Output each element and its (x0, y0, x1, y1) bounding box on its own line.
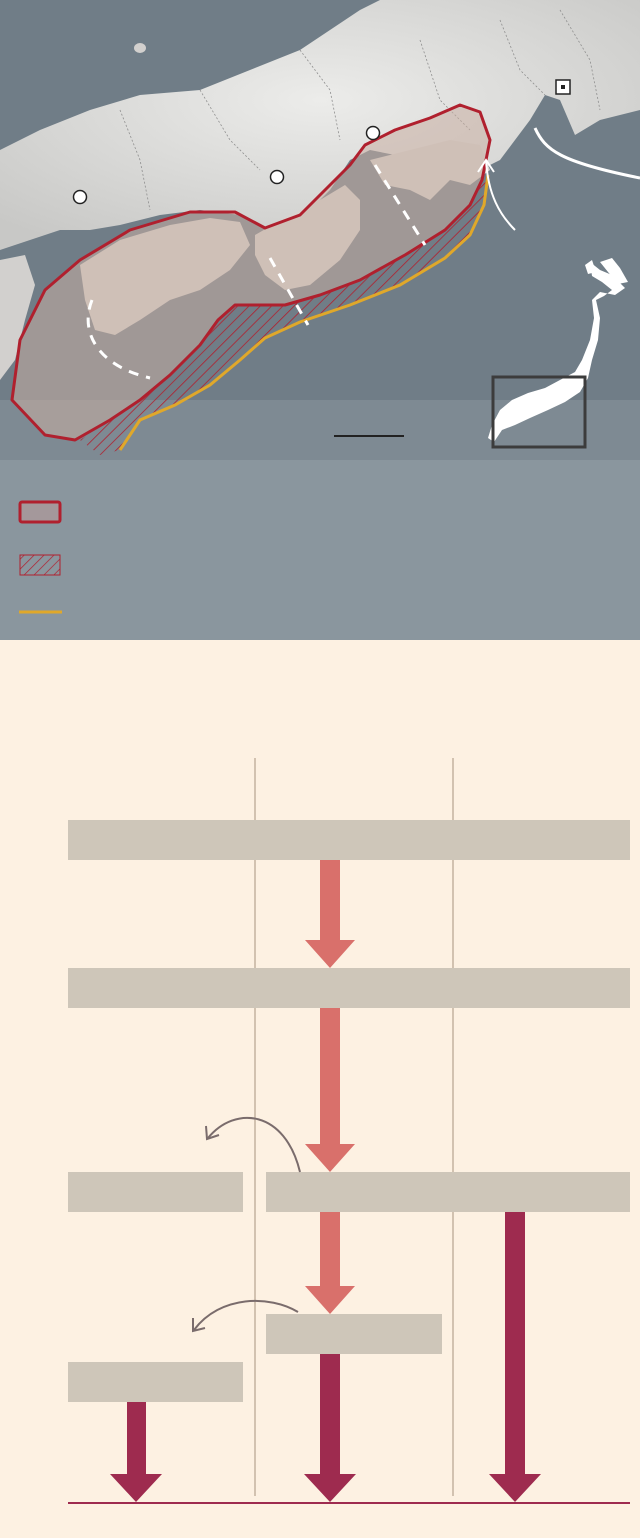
legend-swatch-hatched-zone (19, 554, 61, 576)
city-marker (269, 169, 285, 185)
map-panel (0, 0, 640, 460)
city-marker (72, 189, 88, 205)
legend-swatch-source-zone (18, 500, 62, 524)
land-island (134, 43, 146, 53)
flow-arrow-light (305, 1212, 355, 1314)
flow-arrow-dark (489, 1212, 541, 1502)
relief-map (0, 0, 640, 460)
flow-arrow-light (305, 1008, 355, 1172)
flow-box (266, 1172, 630, 1212)
flow-box (68, 968, 630, 1008)
flow-diagram-panel (0, 640, 640, 1538)
flow-arrow-dark (110, 1402, 162, 1502)
city-marker (365, 125, 381, 141)
flow-box (68, 1362, 243, 1402)
flow-arrow-dark (304, 1354, 356, 1502)
flow-box (68, 1172, 243, 1212)
legend (18, 500, 62, 614)
capital-marker (555, 79, 571, 95)
legend-panel (0, 460, 640, 640)
flow-diagram (68, 758, 630, 1504)
flow-box (266, 1314, 442, 1354)
flow-arrow-light (305, 860, 355, 968)
flow-box (68, 820, 630, 860)
